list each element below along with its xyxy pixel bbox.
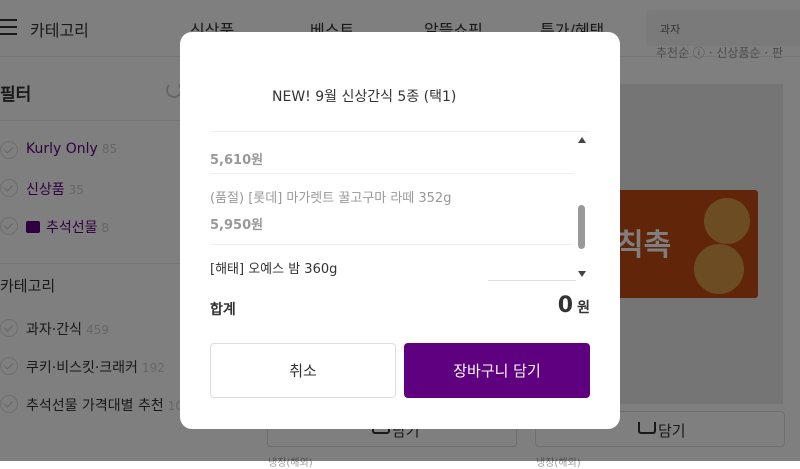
option-item[interactable]: 5,610원 [210,141,574,168]
divider [210,173,574,174]
total-label: 합계 [210,302,236,318]
option-item[interactable]: [해태] 오예스 밤 360g [210,258,574,277]
scroll-thumb[interactable] [578,205,585,249]
cancel-button[interactable]: 취소 [210,343,396,398]
option-price: 5,950원 [210,218,264,233]
option-item-soldout[interactable]: (품절) [롯데] 마가렛트 꿀고구마 라떼 352g 5,950원 [210,187,574,233]
add-to-cart-modal-button[interactable]: 장바구니 담기 [404,343,590,398]
option-name: (품절) [롯데] 마가렛트 꿀고구마 라떼 352g [210,191,452,206]
total-value: 0 [557,293,574,318]
page: 카테고리 신상품 베스트 알뜰쇼핑 특가/혜택 과자 추천순 ⓘ · 신상품순 … [0,0,800,469]
option-list[interactable]: 5,610원 (품절) [롯데] 마가렛트 꿀고구마 라떼 352g 5,950… [210,131,590,282]
divider [210,244,574,245]
option-select-modal: NEW! 9월 신상간식 5종 (택1) 5,610원 (품절) [롯데] 마가… [180,32,620,429]
list-scrollbar[interactable] [576,135,588,281]
scroll-down-icon[interactable] [578,271,586,277]
total-unit: 원 [577,300,590,316]
option-price: 5,610원 [210,153,264,168]
modal-title: NEW! 9월 신상간식 5종 (택1) [272,89,457,105]
scroll-up-icon[interactable] [578,137,586,143]
option-name: [해태] 오예스 밤 360g [210,262,338,277]
total-amount: 0원 [558,293,590,318]
quantity-stepper-edge [488,280,576,281]
